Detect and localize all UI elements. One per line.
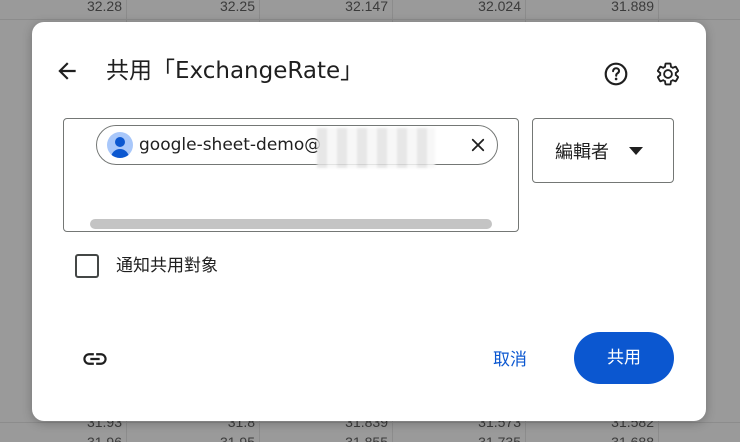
notify-checkbox[interactable]: [75, 254, 99, 278]
gear-icon: [656, 62, 680, 86]
link-icon: [83, 353, 107, 365]
horizontal-scrollbar[interactable]: [90, 219, 492, 229]
role-selected-label: 編輯者: [555, 141, 609, 163]
person-avatar-icon: [107, 132, 133, 158]
share-dialog: 共用「ExchangeRate」 google-sheet-demo@ 編輯者 …: [32, 22, 706, 421]
sheet-cell: 31.95: [219, 434, 255, 442]
sheet-cell: 31.735: [478, 434, 521, 442]
cancel-button[interactable]: 取消: [478, 340, 542, 380]
sheet-cell: 31.855: [345, 434, 388, 442]
avatar-head: [115, 137, 125, 147]
settings-button[interactable]: [654, 60, 682, 88]
sheet-cell: 32.024: [478, 0, 521, 14]
role-dropdown[interactable]: 編輯者: [532, 118, 674, 183]
help-icon: [604, 62, 628, 86]
redacted-email-blur: [317, 128, 435, 168]
sheet-cell: 32.28: [86, 0, 122, 14]
notify-label: 通知共用對象: [116, 256, 218, 276]
sheet-cell: 32.25: [219, 0, 255, 14]
avatar-body: [111, 149, 129, 158]
close-icon: [471, 138, 485, 152]
recipient-email: google-sheet-demo@: [139, 135, 322, 155]
sheet-cell: 31.688: [611, 434, 654, 442]
recipient-chip[interactable]: google-sheet-demo@: [96, 125, 498, 168]
recipient-input[interactable]: google-sheet-demo@: [63, 118, 519, 232]
share-button[interactable]: 共用: [574, 332, 674, 384]
sheet-cell: 31.96: [86, 434, 122, 442]
remove-recipient-button[interactable]: [465, 132, 491, 158]
dialog-title: 共用「ExchangeRate」: [106, 58, 364, 84]
arrow-back-icon: [58, 62, 76, 80]
help-button[interactable]: [602, 60, 630, 88]
back-button[interactable]: [52, 56, 82, 86]
sheet-cell: 32.147: [345, 0, 388, 14]
dropdown-caret-icon: [629, 147, 643, 155]
sheet-cell: 31.889: [611, 0, 654, 14]
copy-link-button[interactable]: [78, 342, 112, 376]
